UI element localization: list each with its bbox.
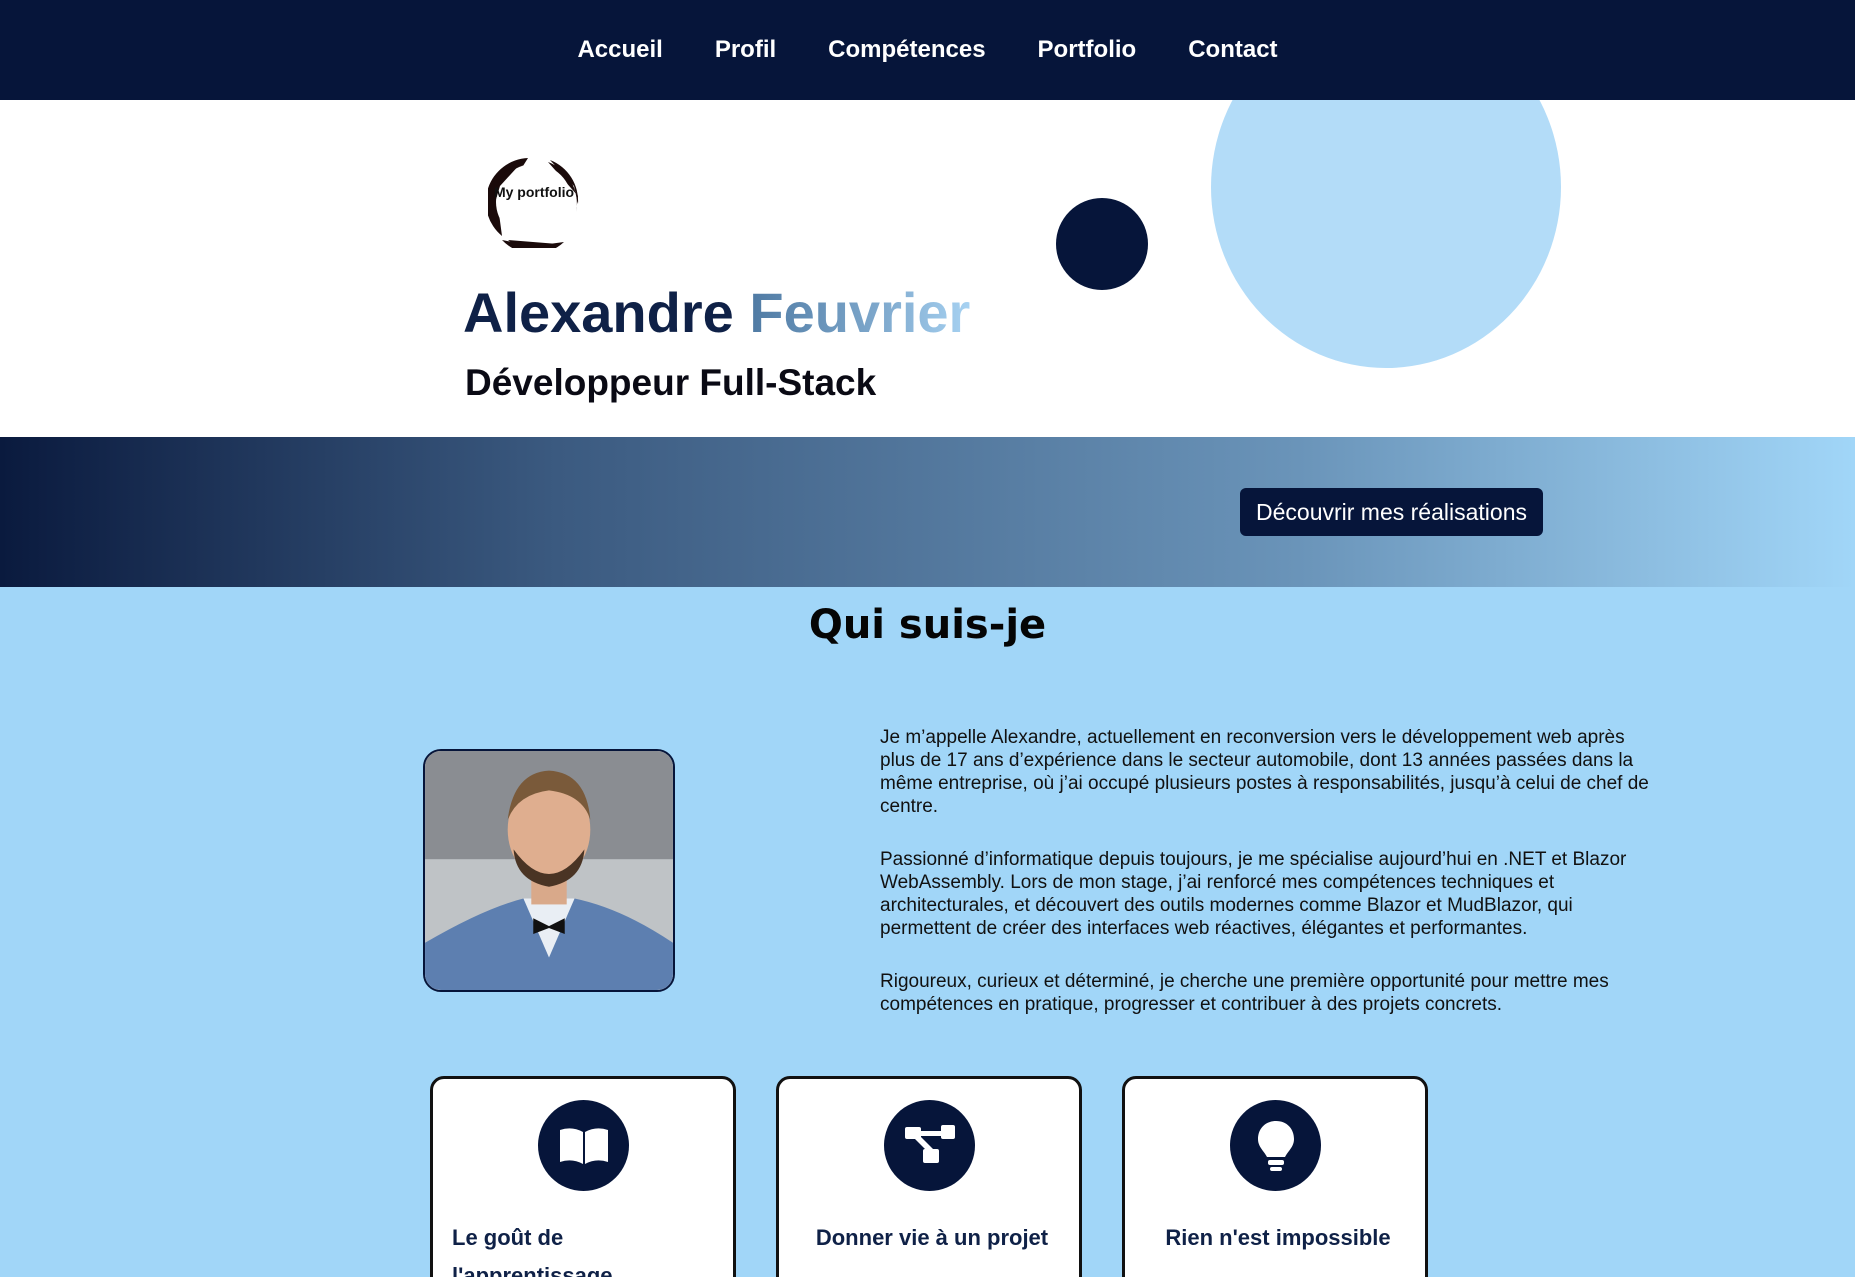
value-card-learning: Le goût de l'apprentissage xyxy=(430,1076,736,1277)
last-name: Feuvrier xyxy=(749,281,971,344)
bio-paragraph-2: Passionné d’informatique depuis toujours… xyxy=(880,849,1627,939)
decorative-large-circle xyxy=(1211,100,1561,368)
about-title: Qui suis-je xyxy=(808,602,1047,648)
bio-paragraph-3: Rigoureux, curieux et déterminé, je cher… xyxy=(880,971,1609,1015)
profile-photo xyxy=(423,749,675,992)
card-title: Le goût de l'apprentissage xyxy=(452,1225,613,1277)
portrait-image xyxy=(425,751,673,990)
about-bio: Je m’appelle Alexandre, actuellement en … xyxy=(880,726,1660,1046)
nav-link-profil[interactable]: Profil xyxy=(715,36,776,64)
bio-paragraph-1: Je m’appelle Alexandre, actuellement en … xyxy=(880,727,1649,817)
hero-role: Développeur Full-Stack xyxy=(465,362,877,403)
nav-link-portfolio[interactable]: Portfolio xyxy=(1038,36,1137,64)
decorative-small-circle xyxy=(1056,198,1148,290)
value-card-project: Donner vie à un projet xyxy=(776,1076,1082,1277)
portfolio-logo: My portfolio xyxy=(488,156,580,248)
nav-link-contact[interactable]: Contact xyxy=(1188,36,1277,64)
first-name: Alexandre xyxy=(463,281,734,344)
hero-section: My portfolio Alexandre Feuvrier Développ… xyxy=(0,100,1855,437)
lightbulb-icon xyxy=(1230,1100,1321,1191)
value-card-impossible: Rien n'est impossible xyxy=(1122,1076,1428,1277)
nav-link-accueil[interactable]: Accueil xyxy=(577,36,662,64)
card-title: Donner vie à un projet xyxy=(815,1225,1049,1250)
card-title: Rien n'est impossible xyxy=(1165,1225,1391,1250)
discover-work-button[interactable]: Découvrir mes réalisations xyxy=(1240,488,1543,536)
book-icon xyxy=(538,1100,629,1191)
logo-text: My portfolio xyxy=(493,184,575,200)
top-navbar: Accueil Profil Compétences Portfolio Con… xyxy=(0,0,1855,100)
nav-link-competences[interactable]: Compétences xyxy=(828,36,985,64)
gradient-band: Découvrir mes réalisations xyxy=(0,437,1855,587)
hero-name: Alexandre Feuvrier xyxy=(463,280,970,345)
logo-ring-icon xyxy=(488,158,579,248)
diagram-icon xyxy=(884,1100,975,1191)
